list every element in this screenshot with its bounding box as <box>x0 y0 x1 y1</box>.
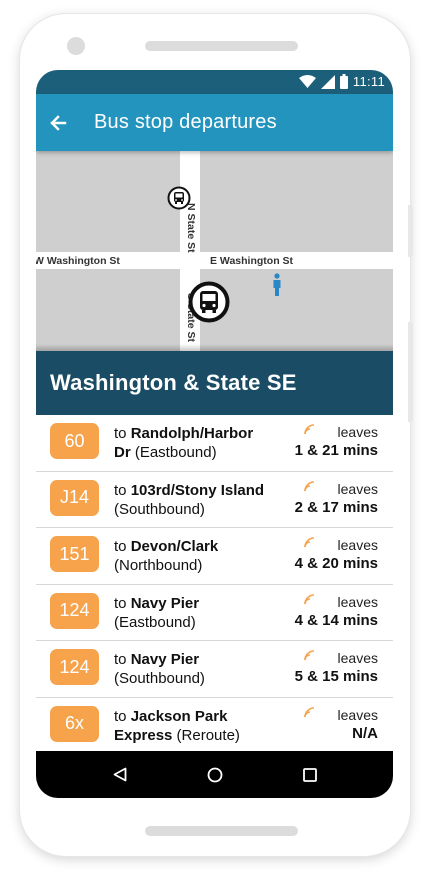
realtime-signal-icon <box>304 650 315 661</box>
route-badge: 151 <box>50 536 99 572</box>
realtime-signal-icon <box>304 706 315 717</box>
destination-text: to Navy Pier (Southbound) <box>114 651 205 687</box>
arrow-left-icon <box>50 114 67 131</box>
status-bar: 11:11 <box>36 70 393 94</box>
departure-row[interactable]: 60 to Randolph/Harbor Dr (Eastbound) lea… <box>36 415 393 472</box>
power-button <box>408 322 413 422</box>
leaves-label: leaves <box>337 593 378 610</box>
eta-text: N/A <box>352 724 378 742</box>
eta-text: 4 & 14 mins <box>294 611 378 629</box>
nav-home-button[interactable] <box>195 755 235 795</box>
circle-home-icon <box>207 767 222 782</box>
departure-row[interactable]: J14 to 103rd/Stony Island (Southbound) l… <box>36 472 393 528</box>
route-badge: J14 <box>50 479 99 516</box>
leaves-label: leaves <box>337 480 378 497</box>
eta-text: 2 & 17 mins <box>294 498 378 516</box>
destination-text: to Randolph/Harbor Dr (Eastbound) <box>114 425 254 461</box>
realtime-signal-icon <box>304 537 315 548</box>
leaves-label: leaves <box>337 650 378 666</box>
triangle-back-icon <box>113 767 126 782</box>
departure-row[interactable]: 124 to Navy Pier (Eastbound) leaves 4 & … <box>36 585 393 641</box>
destination-text: to 103rd/Stony Island (Southbound) <box>114 481 265 518</box>
route-badge: 60 <box>50 423 99 459</box>
bus-stop-marker-icon[interactable] <box>167 186 191 210</box>
battery-icon <box>339 74 348 89</box>
speaker-grille <box>145 41 298 51</box>
bottom-bezel-bar <box>145 826 298 836</box>
street-label-north: N State St <box>185 203 197 253</box>
app-bar: Bus stop departures <box>36 94 393 151</box>
wifi-icon <box>298 75 316 88</box>
eta-text: 1 & 21 mins <box>294 442 378 459</box>
departure-row[interactable]: 124 to Navy Pier (Southbound) leaves 5 &… <box>36 641 393 698</box>
destination-text: to Jackson Park Express (Reroute) <box>114 707 240 744</box>
stop-header: Washington & State SE <box>36 351 393 415</box>
departures-list[interactable]: 60 to Randolph/Harbor Dr (Eastbound) lea… <box>36 415 393 751</box>
system-nav-bar <box>36 751 393 798</box>
eta-text: 5 & 15 mins <box>294 668 378 685</box>
leaves-label: leaves <box>337 424 378 440</box>
realtime-signal-icon <box>304 593 315 604</box>
page-title: Bus stop departures <box>94 111 277 133</box>
eta-text: 4 & 20 mins <box>294 555 378 572</box>
square-recents-icon <box>302 767 317 782</box>
map-shadow <box>36 344 393 351</box>
leaves-label: leaves <box>337 537 378 553</box>
front-camera <box>67 37 85 55</box>
departure-row[interactable]: 6x to Jackson Park Express (Reroute) lea… <box>36 698 393 752</box>
realtime-signal-icon <box>304 424 315 435</box>
route-badge: 6x <box>50 705 99 742</box>
destination-text: to Navy Pier (Eastbound) <box>114 594 200 631</box>
route-badge: 124 <box>50 649 99 685</box>
destination-text: to Devon/Clark (Northbound) <box>114 538 219 574</box>
departure-row[interactable]: 151 to Devon/Clark (Northbound) leaves 4… <box>36 528 393 585</box>
realtime-signal-icon <box>304 480 315 491</box>
stop-name: Washington & State SE <box>50 370 297 395</box>
user-location-icon <box>273 273 281 296</box>
map-view[interactable]: W Washington St E Washington St N State … <box>36 151 393 351</box>
back-button[interactable] <box>36 94 80 151</box>
volume-button <box>408 205 413 257</box>
nav-back-button[interactable] <box>100 755 140 795</box>
selected-bus-stop-icon[interactable] <box>188 281 230 323</box>
status-icons: 11:11 <box>298 74 385 89</box>
nav-recents-button[interactable] <box>290 755 330 795</box>
leaves-label: leaves <box>337 706 378 723</box>
phone-screen: 11:11 Bus stop departures W Washington S… <box>36 70 393 798</box>
street-label-east: E Washington St <box>210 255 294 267</box>
street-label-west: W Washington St <box>36 255 120 267</box>
cell-signal-icon <box>320 74 335 89</box>
route-badge: 124 <box>50 592 99 629</box>
clock: 11:11 <box>352 74 385 89</box>
